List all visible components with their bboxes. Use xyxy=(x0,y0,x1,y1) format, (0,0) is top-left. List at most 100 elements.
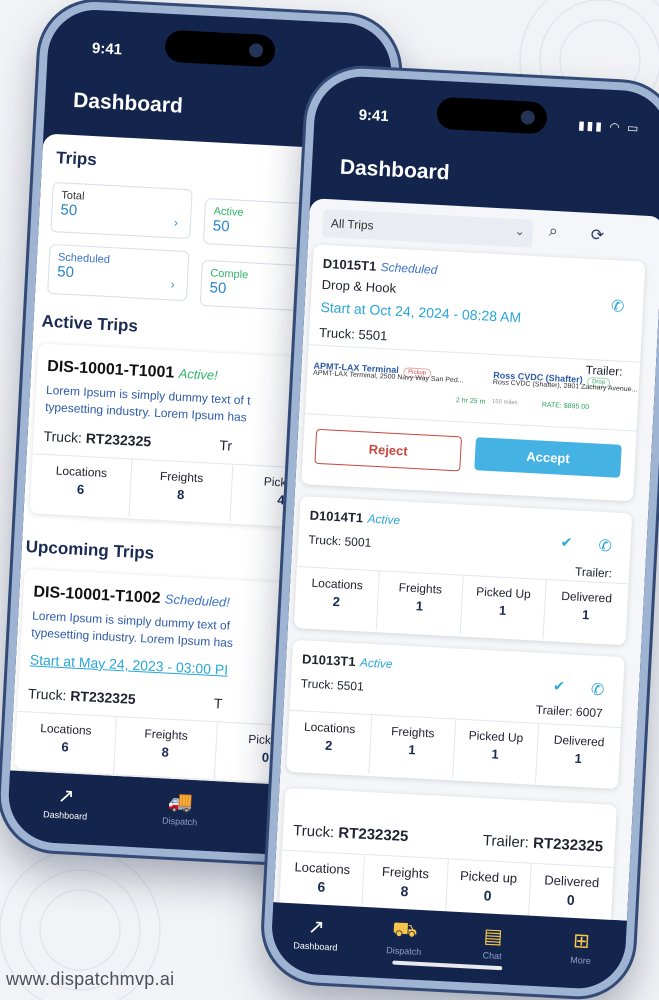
route-section: APMT-LAX Terminal Pickup APMT-LAX Termin… xyxy=(304,344,641,432)
truck-value: RT232325 xyxy=(69,687,137,707)
count-freights: Freights 1 xyxy=(377,571,464,635)
tab-label: Dispatch xyxy=(161,815,198,828)
count-label: Freights xyxy=(159,468,204,486)
count-label: Locations xyxy=(303,719,356,737)
chat-icon: ▤ xyxy=(483,925,504,949)
truck-value: RT232325 xyxy=(85,430,152,450)
count-label: Picked up xyxy=(459,867,518,886)
count-value: 1 xyxy=(498,602,507,618)
start-time-link[interactable]: Start at May 24, 2023 - 03:00 PI xyxy=(29,651,228,677)
tab-dashboard[interactable]: ↗ Dashboard xyxy=(270,902,362,977)
tab-label: Chat xyxy=(482,950,502,962)
count-picked-up: Picked Up 1 xyxy=(452,719,539,783)
count-value: 1 xyxy=(581,606,590,623)
count-value: 6 xyxy=(317,878,326,895)
count-delivered: Delivered 1 xyxy=(536,724,621,787)
stat-scheduled[interactable]: Scheduled 50 › xyxy=(47,243,190,302)
truck-info: Truck: 5001 xyxy=(308,533,372,550)
count-value: 6 xyxy=(76,481,85,498)
status-badge: Scheduled! xyxy=(164,591,231,610)
tab-dispatch[interactable]: 🚚 Dispatch xyxy=(121,777,239,853)
trip-id: DIS-10001-T1002 xyxy=(33,583,161,608)
tab-dispatch[interactable]: ⛟ Dispatch xyxy=(358,907,450,982)
trailer-label: Trailer: xyxy=(482,832,530,852)
count-label: Freights xyxy=(398,580,443,597)
trailer-info: Trailer: RT232325 xyxy=(482,832,603,855)
trailer-label: Trailer: xyxy=(574,564,613,581)
count-delivered: Delivered 1 xyxy=(543,580,628,643)
status-time: 9:41 xyxy=(358,106,390,126)
tab-dashboard[interactable]: ↗ Dashboard xyxy=(6,771,124,847)
count-label: Delivered xyxy=(543,872,600,891)
count-label: Delivered xyxy=(560,588,613,606)
grid-icon: ⊞ xyxy=(572,929,591,953)
trip-id: D1014T1 xyxy=(309,507,364,526)
chart-icon: ↗ xyxy=(307,916,326,939)
count-label: Locations xyxy=(311,575,364,593)
count-label: Locations xyxy=(39,721,92,738)
trailer-value: 6007 xyxy=(575,704,604,721)
count-label: Picked Up xyxy=(475,584,532,602)
trip-card-active[interactable]: D1013T1 Active ✔ ✆ Truck: 5501 Trailer: … xyxy=(286,639,625,790)
trip-filter-select[interactable]: All Trips ⌄ xyxy=(322,208,534,248)
trip-id: D1015T1 xyxy=(322,255,377,274)
trip-card-active[interactable]: D1014T1 Active ✔ ✆ Truck: 5001 Trailer: … xyxy=(293,496,633,646)
status-time: 9:41 xyxy=(91,39,123,59)
count-label: Freights xyxy=(144,726,189,743)
count-value: 2 xyxy=(332,593,341,610)
truck-label: Truck: xyxy=(318,324,356,342)
tab-label: Dashboard xyxy=(293,940,338,953)
tab-more[interactable]: ⊞ More xyxy=(535,916,627,991)
trailer-label: T xyxy=(213,695,223,712)
dynamic-island xyxy=(436,96,548,135)
front-screen: All Trips ⌄ ⌕ ⟳ D1015T1 Scheduled ✆ Drop… xyxy=(273,198,659,965)
distance: 150 miles xyxy=(491,398,518,407)
check-circle-icon[interactable]: ✔ xyxy=(560,534,573,552)
status-badge: Active xyxy=(359,655,393,672)
trip-counts: Locations 2 Freights 1 Picked Up 1 Delivere… xyxy=(286,709,622,788)
phone-call-icon[interactable]: ✆ xyxy=(598,536,612,557)
filter-value: All Trips xyxy=(330,216,374,233)
truck-value: 5501 xyxy=(358,326,388,344)
count-locations: Locations 6 xyxy=(14,711,118,774)
truck-icon: ⛟ xyxy=(391,918,418,942)
tab-label: Dispatch xyxy=(385,945,422,958)
trip-card-scheduled[interactable]: D1015T1 Scheduled ✆ Drop & Hook Start at… xyxy=(301,244,646,502)
refresh-icon[interactable]: ⟳ xyxy=(590,225,604,246)
status-badge: Scheduled xyxy=(380,259,438,277)
start-time: Start at Oct 24, 2024 - 08:28 AM xyxy=(320,298,522,326)
truck-label: Truck: xyxy=(300,676,335,693)
search-icon[interactable]: ⌕ xyxy=(548,223,558,241)
phone-call-icon[interactable]: ✆ xyxy=(590,680,604,701)
upcoming-trips-title: Upcoming Trips xyxy=(25,537,155,563)
website-url: www.dispatchmvp.ai xyxy=(6,969,175,989)
reject-button[interactable]: Reject xyxy=(314,428,463,472)
trailer-info: Trailer: 6007 xyxy=(535,703,603,720)
count-locations: Locations 6 xyxy=(29,454,133,517)
tab-chat[interactable]: ▤ Chat xyxy=(446,911,538,986)
count-label: Picked Up xyxy=(468,728,524,746)
chevron-right-icon: › xyxy=(173,215,179,230)
count-value: 1 xyxy=(491,746,500,762)
truck-info: Truck: RT232325 xyxy=(293,822,409,845)
count-value: 6 xyxy=(61,739,70,755)
count-value: 8 xyxy=(400,882,409,900)
count-value: 0 xyxy=(483,887,492,904)
trip-type: Drop & Hook xyxy=(321,276,397,296)
trip-id: DIS-10001-T1001 xyxy=(46,357,175,382)
status-badge: Active xyxy=(367,511,401,528)
trailer-label: Tr xyxy=(218,437,233,454)
active-trips-title: Active Trips xyxy=(41,311,139,336)
stat-total[interactable]: Total 50 › xyxy=(50,181,193,240)
trip-id: D1013T1 xyxy=(301,651,356,670)
count-label: Freights xyxy=(390,724,435,741)
duration: 2 hr 25 m xyxy=(455,397,486,406)
check-circle-icon[interactable]: ✔ xyxy=(553,678,566,696)
truck-label: Truck: xyxy=(292,822,335,842)
chevron-down-icon: ⌄ xyxy=(514,223,526,239)
truck-info: Truck: RT232325 xyxy=(43,428,151,450)
accept-button[interactable]: Accept xyxy=(474,437,622,478)
phone-call-icon[interactable]: ✆ xyxy=(611,296,625,317)
count-locations: Locations 2 xyxy=(286,710,373,775)
count-freights: Freights 1 xyxy=(369,715,456,779)
